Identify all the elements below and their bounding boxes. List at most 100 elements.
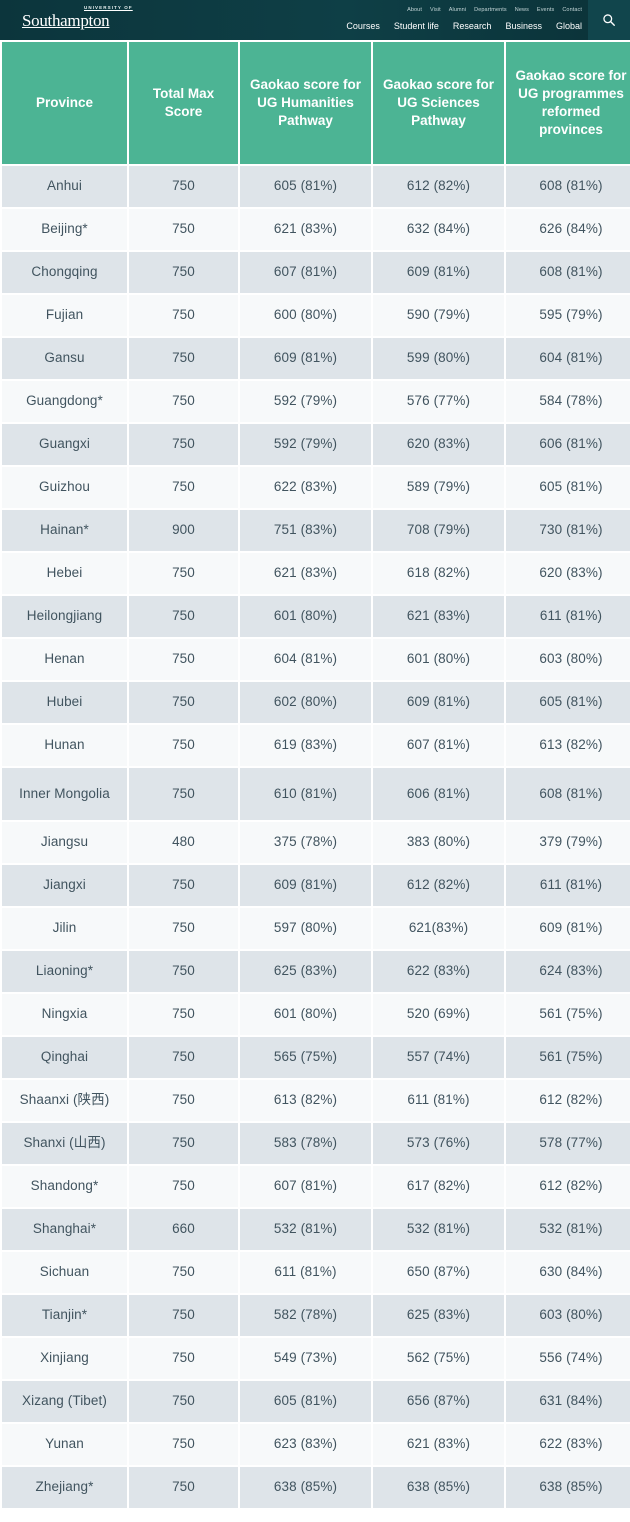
cell-province: Liaoning* [2,951,127,992]
cell-total-max-score: 750 [129,639,238,680]
table-row: Anhui 750 605 (81%) 612 (82%) 608 (81%) [2,166,630,207]
column-header-province: Province [2,42,127,164]
search-icon [603,14,615,26]
cell-province: Qinghai [2,1037,127,1078]
main-nav: Courses Student life Research Business G… [346,21,582,31]
cell-total-max-score: 750 [129,1467,238,1508]
cell-province: Jilin [2,908,127,949]
cell-reformed: 608 (81%) [506,166,630,207]
cell-reformed: 561 (75%) [506,1037,630,1078]
table-row: Liaoning* 750 625 (83%) 622 (83%) 624 (83%) [2,951,630,992]
cell-humanities: 597 (80%) [240,908,371,949]
main-nav-item-student-life[interactable]: Student life [394,21,439,31]
cell-humanities: 609 (81%) [240,865,371,906]
table-row: Inner Mongolia 750 610 (81%) 606 (81%) 608 (… [2,768,630,820]
column-header-humanities: Gaokao score for UG Humanities Pathway [240,42,371,164]
cell-humanities: 565 (75%) [240,1037,371,1078]
main-nav-item-research[interactable]: Research [453,21,492,31]
cell-humanities: 623 (83%) [240,1424,371,1465]
table-row: Hainan* 900 751 (83%) 708 (79%) 730 (81%) [2,510,630,551]
utility-nav-item-about[interactable]: About [407,7,422,13]
table-row: Hebei 750 621 (83%) 618 (82%) 620 (83%) [2,553,630,594]
cell-sciences: 383 (80%) [373,822,504,863]
cell-sciences: 601 (80%) [373,639,504,680]
cell-total-max-score: 750 [129,209,238,250]
utility-nav-item-departments[interactable]: Departments [474,7,507,13]
cell-total-max-score: 750 [129,1338,238,1379]
gaokao-score-table: Province Total Max Score Gaokao score fo… [0,40,630,1510]
search-button[interactable] [588,0,630,40]
table-row: Shanghai* 660 532 (81%) 532 (81%) 532 (81%) [2,1209,630,1250]
logo-pretext: UNIVERSITY OF [84,5,133,10]
utility-nav-item-news[interactable]: News [515,7,529,13]
table-row: Qinghai 750 565 (75%) 557 (74%) 561 (75%) [2,1037,630,1078]
cell-humanities: 611 (81%) [240,1252,371,1293]
cell-sciences: 590 (79%) [373,295,504,336]
cell-humanities: 549 (73%) [240,1338,371,1379]
main-nav-item-business[interactable]: Business [505,21,542,31]
table-row: Xinjiang 750 549 (73%) 562 (75%) 556 (74%) [2,1338,630,1379]
cell-total-max-score: 750 [129,1037,238,1078]
cell-total-max-score: 750 [129,467,238,508]
cell-total-max-score: 750 [129,295,238,336]
cell-sciences: 621(83%) [373,908,504,949]
cell-reformed: 630 (84%) [506,1252,630,1293]
cell-reformed: 379 (79%) [506,822,630,863]
table-row: Tianjin* 750 582 (78%) 625 (83%) 603 (80%) [2,1295,630,1336]
cell-sciences: 650 (87%) [373,1252,504,1293]
utility-nav: About Visit Alumni Departments News Even… [407,7,582,13]
cell-reformed: 611 (81%) [506,865,630,906]
table-row: Heilongjiang 750 601 (80%) 621 (83%) 611 (81… [2,596,630,637]
cell-total-max-score: 750 [129,682,238,723]
cell-total-max-score: 750 [129,252,238,293]
utility-nav-item-alumni[interactable]: Alumni [449,7,466,13]
cell-humanities: 609 (81%) [240,338,371,379]
table-row: Jiangsu 480 375 (78%) 383 (80%) 379 (79%) [2,822,630,863]
cell-province: Xinjiang [2,1338,127,1379]
cell-reformed: 612 (82%) [506,1080,630,1121]
cell-sciences: 532 (81%) [373,1209,504,1250]
cell-humanities: 375 (78%) [240,822,371,863]
cell-province: Guizhou [2,467,127,508]
cell-humanities: 583 (78%) [240,1123,371,1164]
cell-sciences: 656 (87%) [373,1381,504,1422]
cell-total-max-score: 750 [129,553,238,594]
cell-sciences: 617 (82%) [373,1166,504,1207]
cell-sciences: 632 (84%) [373,209,504,250]
utility-nav-item-contact[interactable]: Contact [562,7,582,13]
cell-sciences: 606 (81%) [373,768,504,820]
main-nav-item-global[interactable]: Global [556,21,582,31]
cell-province: Inner Mongolia [2,768,127,820]
column-header-sciences: Gaokao score for UG Sciences Pathway [373,42,504,164]
main-nav-item-courses[interactable]: Courses [346,21,380,31]
cell-total-max-score: 750 [129,1080,238,1121]
university-logo[interactable]: UNIVERSITY OF Southampton [22,5,133,28]
cell-reformed: 638 (85%) [506,1467,630,1508]
cell-province: Ningxia [2,994,127,1035]
table-row: Ningxia 750 601 (80%) 520 (69%) 561 (75%) [2,994,630,1035]
cell-sciences: 625 (83%) [373,1295,504,1336]
cell-sciences: 638 (85%) [373,1467,504,1508]
cell-province: Heilongjiang [2,596,127,637]
table-row: Hunan 750 619 (83%) 607 (81%) 613 (82%) [2,725,630,766]
cell-humanities: 605 (81%) [240,1381,371,1422]
cell-reformed: 605 (81%) [506,467,630,508]
utility-nav-item-visit[interactable]: Visit [430,7,441,13]
cell-total-max-score: 750 [129,1295,238,1336]
cell-sciences: 557 (74%) [373,1037,504,1078]
cell-reformed: 612 (82%) [506,1166,630,1207]
cell-reformed: 611 (81%) [506,596,630,637]
cell-total-max-score: 660 [129,1209,238,1250]
table-row: Guangxi 750 592 (79%) 620 (83%) 606 (81%) [2,424,630,465]
cell-humanities: 602 (80%) [240,682,371,723]
cell-reformed: 609 (81%) [506,908,630,949]
cell-humanities: 625 (83%) [240,951,371,992]
cell-reformed: 578 (77%) [506,1123,630,1164]
cell-sciences: 612 (82%) [373,166,504,207]
cell-total-max-score: 750 [129,1381,238,1422]
cell-humanities: 621 (83%) [240,209,371,250]
cell-reformed: 626 (84%) [506,209,630,250]
cell-total-max-score: 750 [129,1252,238,1293]
table-row: Sichuan 750 611 (81%) 650 (87%) 630 (84%) [2,1252,630,1293]
utility-nav-item-events[interactable]: Events [537,7,554,13]
